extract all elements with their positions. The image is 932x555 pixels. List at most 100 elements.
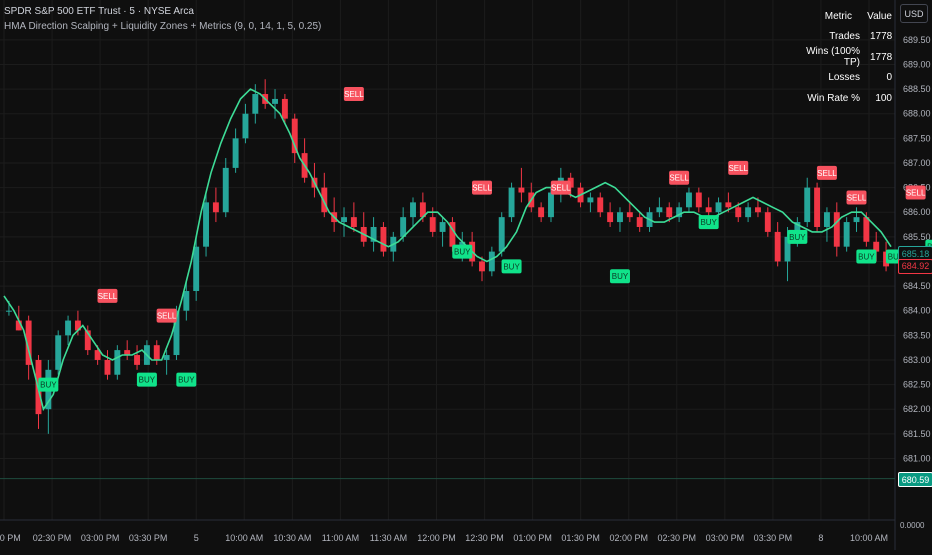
buy-signal-text: BUY [789,233,806,242]
metrics-row: Losses 0 [800,68,892,89]
candle-body [548,192,554,218]
time-tick-label: 10:00 AM [225,533,263,543]
price-tick-label: 688.50 [903,84,931,94]
candle-body [232,138,239,168]
candle-body [272,98,278,104]
candle-body [134,355,141,365]
candle-body [754,207,761,213]
time-tick-label: 12:30 PM [465,533,504,543]
candle-body [843,222,850,247]
candle-body [439,222,446,232]
time-tick-label: 2:30 PM [0,533,21,543]
candle-body [341,217,347,223]
candle-body [242,113,249,139]
sell-signal-text: SELL [344,90,364,99]
metric-value: 100 [875,92,892,104]
currency-button[interactable]: USD [900,4,928,23]
indicator-legend[interactable]: HMA Direction Scalping + Liquidity Zones… [4,21,321,32]
price-tick-label: 689.50 [903,35,931,45]
time-tick-label: 10:00 AM [850,533,888,543]
metric-label: Win Rate % [807,92,860,104]
candle-body [715,202,722,213]
candle-body [104,359,111,375]
metric-value: 1778 [870,51,893,63]
candle-body [163,355,170,360]
time-tick-label: 02:30 PM [33,533,72,543]
time-tick-label: 03:00 PM [706,533,745,543]
candle-body [735,207,742,218]
time-tick-label: 01:30 PM [561,533,600,543]
time-tick-label: 12:00 PM [417,533,456,543]
time-tick-label: 5 [194,533,199,543]
candle-body [380,226,387,252]
candle-body [764,212,771,232]
buy-signal-text: BUY [454,248,471,257]
price-tick-label: 688.00 [903,109,931,119]
candle-body [498,217,505,252]
buy-signal-text: BUY [503,262,520,271]
price-tick-label: 684.50 [903,281,931,291]
candle-body [666,207,673,218]
metrics-header-metric: Metric [824,10,852,22]
candle-body [153,345,160,360]
price-axis-bottom-label: 0.0000 [900,521,925,530]
price-tick-label: 683.00 [903,355,931,365]
candle-body [281,98,288,119]
candle-body [429,217,436,232]
candle-body [508,187,515,218]
price-tick-label: 681.50 [903,429,931,439]
price-tick-label: 687.00 [903,158,931,168]
time-tick-label: 11:30 AM [370,533,407,543]
candle-body [686,192,692,208]
candle-body [479,261,485,272]
time-tick-label: 03:00 PM [81,533,120,543]
symbol-title: SPDR S&P 500 ETF Trust · 5 · NYSE Arca [4,6,194,17]
buy-signal-text: BUY [612,272,629,281]
price-tick-label: 686.00 [903,207,931,217]
time-tick-label: 02:00 PM [609,533,648,543]
price-tick-label: 687.50 [903,133,931,143]
candle-body [222,167,229,213]
time-tick-label: 03:30 PM [129,533,168,543]
metrics-header-value: Value [867,10,892,22]
metric-value: 1778 [870,31,893,43]
buy-signal-text: BUY [139,376,156,385]
candle-body [617,212,623,223]
candle-body [518,187,525,193]
price-tick-label: 681.00 [903,453,931,463]
price-tag: 684.92 [898,258,932,274]
metric-label: Losses [828,72,860,84]
candle-body [804,187,811,223]
price-tick-label: 689.00 [903,59,931,69]
candle-body [212,202,219,213]
candle-body [203,202,209,247]
candle-body [538,207,545,218]
time-tick-label: 8 [818,533,823,543]
candle-body [193,246,200,292]
time-tick-label: 10:30 AM [273,533,311,543]
price-tick-label: 684.00 [903,306,931,316]
candle-body [587,197,594,203]
candle-body [350,217,357,227]
sell-signal-text: SELL [906,189,926,198]
metrics-header-row: Metric Value [800,6,892,27]
metrics-row: Win Rate % 100 [800,88,892,109]
candle-body [725,202,732,208]
sell-signal-text: SELL [847,193,867,202]
candle-body [705,207,712,213]
buy-signal-text: BUY [700,218,717,227]
sell-signal-text: SELL [551,184,571,193]
sell-signal-text: SELL [728,164,748,173]
price-chart[interactable]: 689.50 689.00 688.50 688.00 687.50 687.00 686.… [0,0,932,550]
candle-body [656,207,663,213]
candle-body [183,291,190,311]
time-tick-label: 11:00 AM [322,533,359,543]
candle-body [114,350,121,375]
sell-signal-text: SELL [669,174,689,183]
chart-canvas[interactable]: 689.50 689.00 688.50 688.00 687.50 687.00 686.… [0,0,932,550]
candle-body [410,202,416,218]
candle-body [863,217,870,242]
candle-body [833,212,840,247]
price-tick-label: 682.00 [903,404,931,414]
time-tick-label: 03:30 PM [754,533,793,543]
